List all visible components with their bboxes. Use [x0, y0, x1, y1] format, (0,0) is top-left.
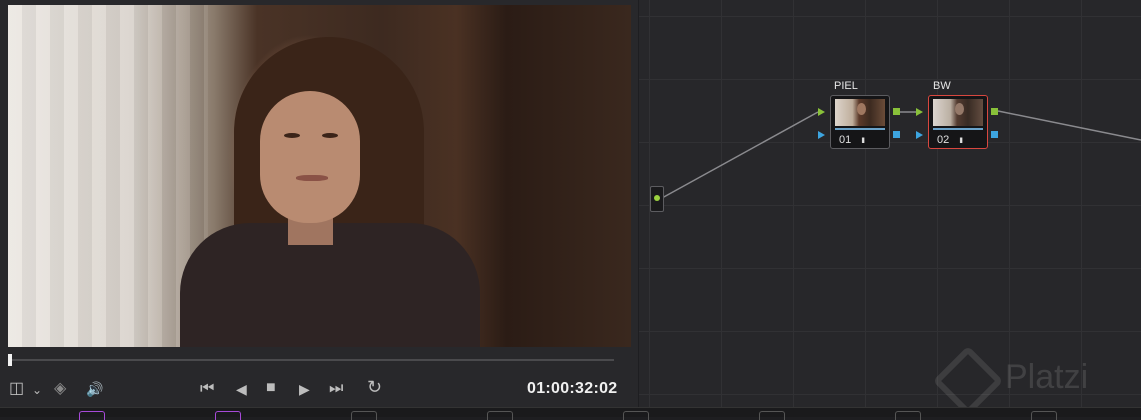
node-connections	[661, 110, 1141, 199]
scrubber-track[interactable]	[10, 359, 614, 361]
chevron-down-icon[interactable]: ⌄	[32, 382, 42, 398]
source-input-node[interactable]	[650, 186, 664, 212]
node-01-histogram-icon: ııı	[861, 135, 866, 146]
curtain-background	[8, 5, 208, 347]
node-02-histogram-icon: ııı	[959, 135, 964, 146]
node-02-rgb-input[interactable]	[916, 108, 923, 116]
corrector-node-02[interactable]: 02 ııı	[928, 95, 988, 149]
node-01-key-input[interactable]	[818, 131, 825, 139]
corrector-node-01[interactable]: 01 ııı	[830, 95, 890, 149]
play-button[interactable]: ▶	[299, 381, 310, 397]
loop-button[interactable]: ↻	[367, 378, 382, 396]
node-02-thumbnail	[933, 99, 983, 126]
source-output-dot[interactable]	[654, 195, 660, 201]
watermark-text: Platzi	[1005, 358, 1089, 396]
timecode-display: 01:00:32:02	[527, 380, 618, 397]
node-editor-panel[interactable]: PIEL 01 ııı BW 02 ııı Platzi	[639, 0, 1141, 407]
viewer-panel: ◫ ⌄ ◈ 🔊 ⏮ ◀ ■ ▶ ⏭ ↻ 01:00:32:02	[0, 0, 638, 407]
step-back-button[interactable]: ◀	[236, 381, 247, 397]
node-01-status-bar	[835, 128, 885, 130]
node-02-status-bar	[933, 128, 983, 130]
platzi-watermark: Platzi	[932, 345, 1141, 407]
video-preview[interactable]	[8, 5, 631, 347]
connection-source-to-piel	[661, 111, 819, 199]
node-01-number: 01	[839, 134, 852, 146]
volume-icon[interactable]: 🔊	[86, 381, 103, 397]
node-label-bw: BW	[933, 80, 951, 92]
node-01-thumbnail	[835, 99, 885, 126]
node-02-key-output[interactable]	[991, 131, 998, 138]
node-02-rgb-output[interactable]	[991, 108, 998, 115]
platzi-logo-icon	[932, 345, 1004, 407]
playhead-handle[interactable]	[8, 354, 12, 366]
stop-button[interactable]: ■	[266, 380, 276, 396]
layers-icon[interactable]: ◈	[54, 381, 66, 397]
connection-bw-to-output	[997, 110, 1141, 141]
node-02-key-input[interactable]	[916, 131, 923, 139]
subject-face	[260, 91, 360, 223]
subject-left-eye	[284, 133, 300, 138]
subject-mouth	[296, 175, 328, 181]
skip-to-end-button[interactable]: ⏭	[329, 381, 343, 397]
node-01-rgb-output[interactable]	[893, 108, 900, 115]
subject-right-eye	[322, 133, 338, 138]
node-01-rgb-input[interactable]	[818, 108, 825, 116]
node-02-number: 02	[937, 134, 950, 146]
node-01-key-output[interactable]	[893, 131, 900, 138]
node-label-piel: PIEL	[834, 80, 858, 92]
viewer-layout-icon[interactable]: ◫	[9, 381, 24, 397]
skip-to-start-button[interactable]: ⏮	[200, 381, 214, 397]
